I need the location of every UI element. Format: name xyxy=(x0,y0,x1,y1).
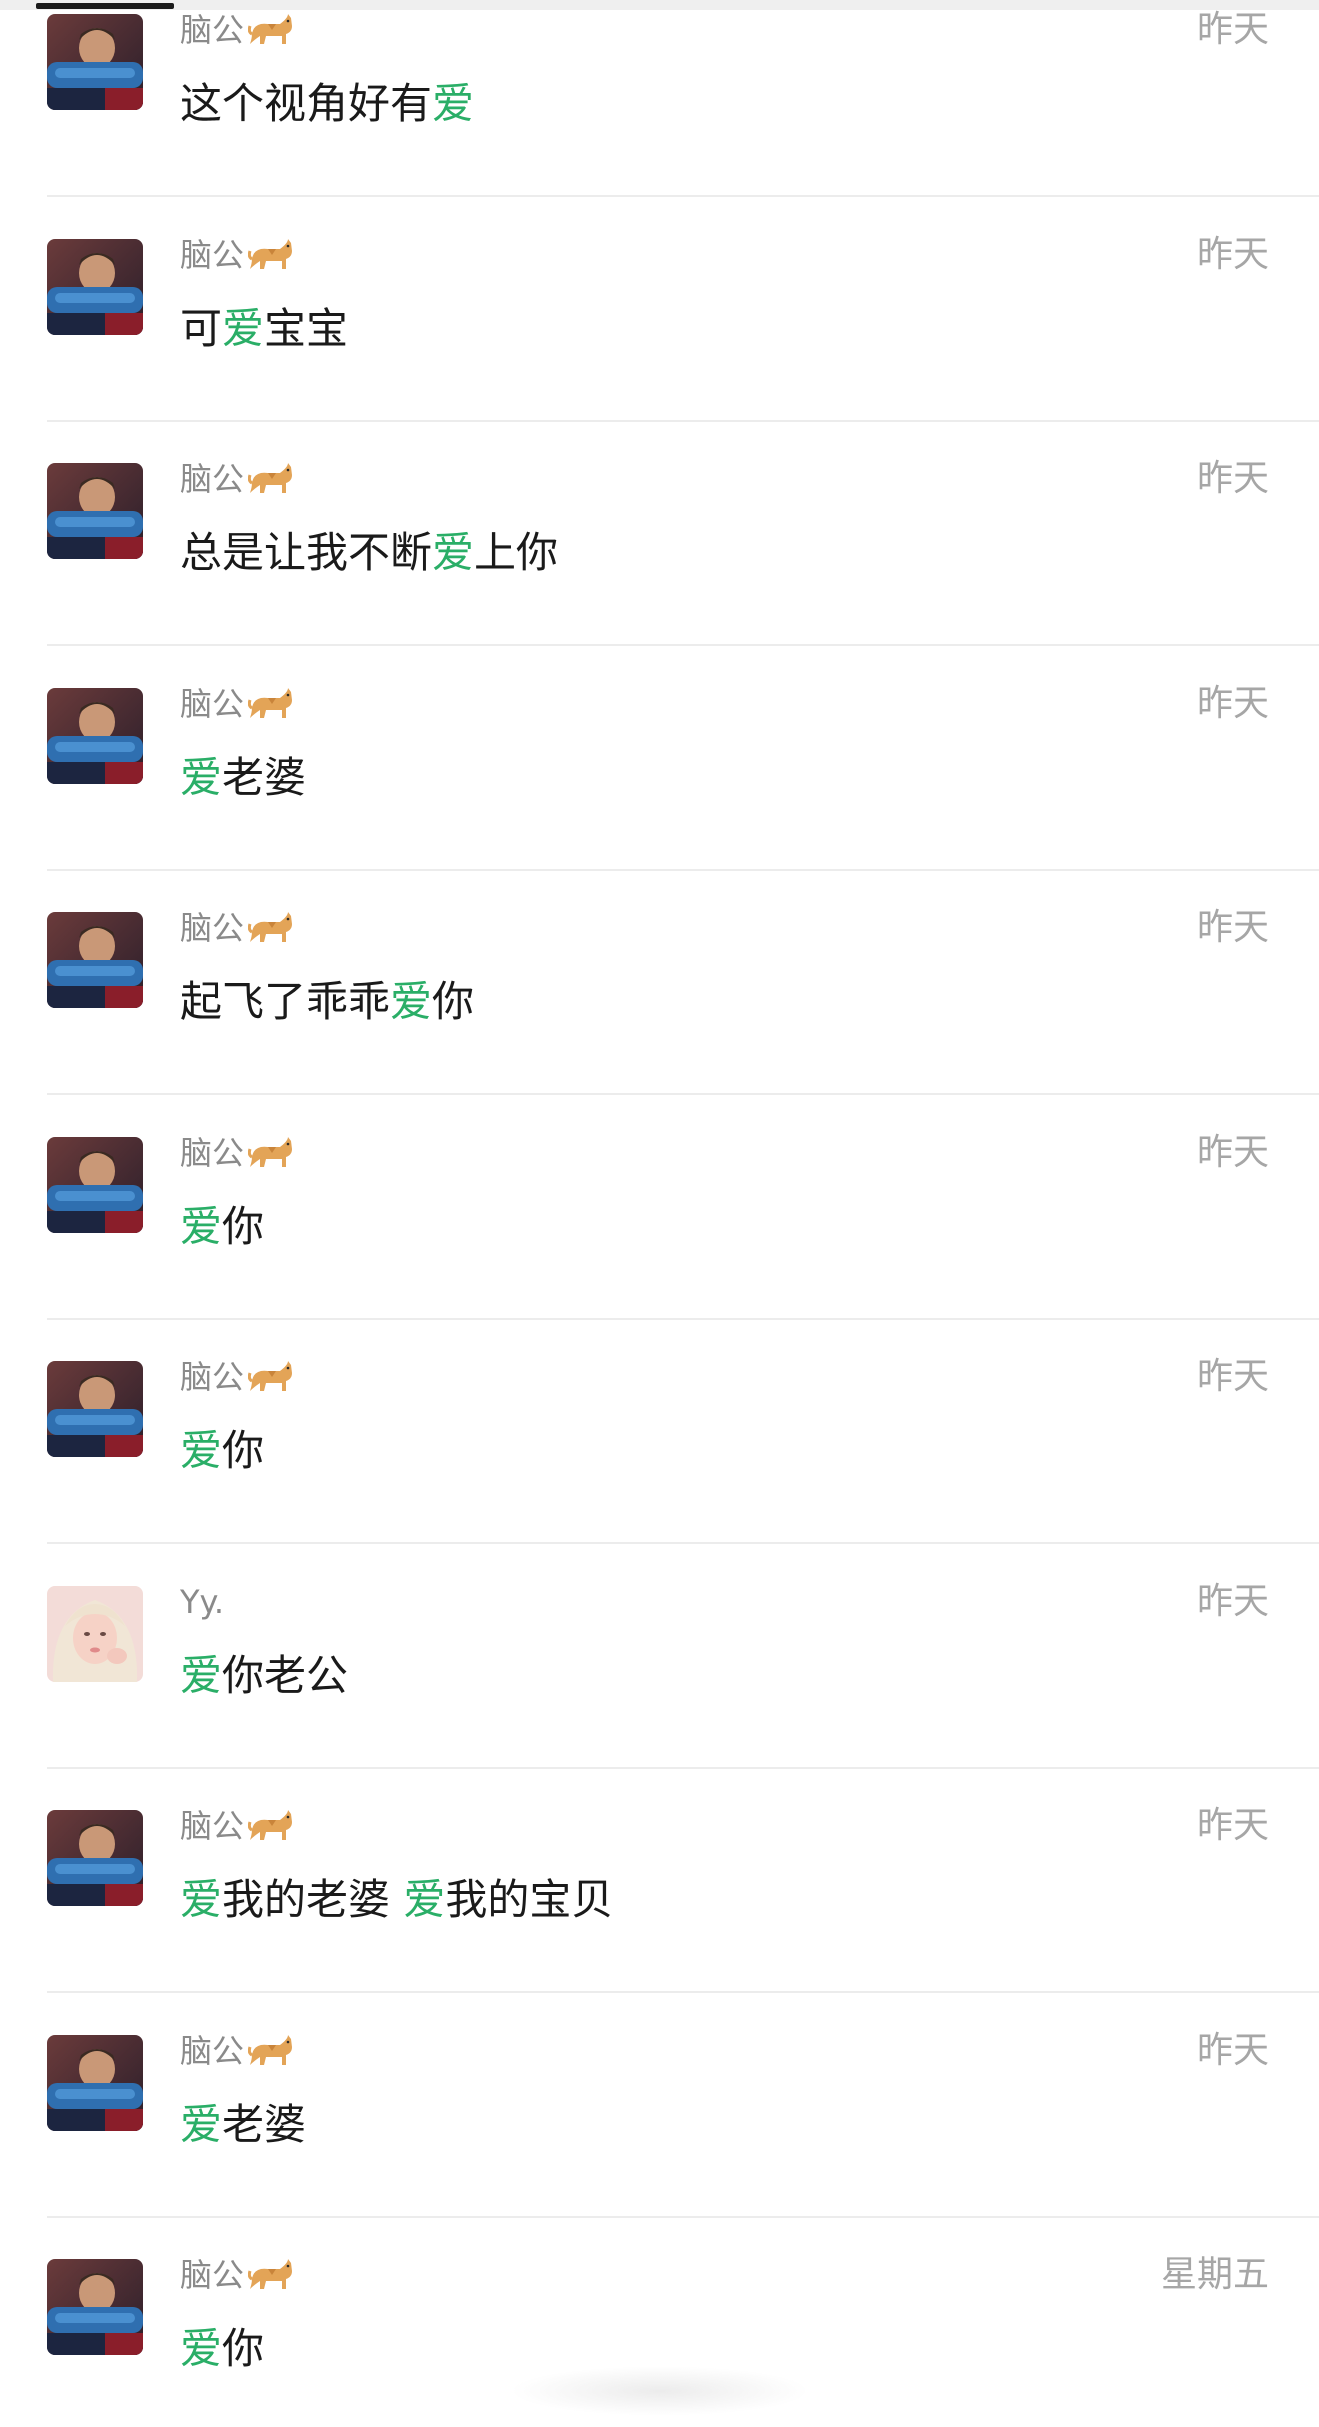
user-name[interactable]: 脑公 xyxy=(180,2027,244,2075)
cat-icon xyxy=(247,2031,294,2071)
user-name[interactable]: 脑公 xyxy=(180,2251,244,2299)
timestamp: 昨天 xyxy=(1196,907,1269,948)
highlighted-keyword: 爱 xyxy=(180,2099,223,2149)
timestamp: 昨天 xyxy=(1196,1805,1269,1846)
divider xyxy=(47,419,1319,422)
name-row: 脑公 xyxy=(180,2027,294,2075)
timestamp: 昨天 xyxy=(1196,458,1269,499)
avatar-naogong[interactable] xyxy=(47,1810,143,1906)
text-segment: 上你 xyxy=(474,528,559,577)
divider xyxy=(47,868,1319,871)
comment-text: 爱我的老婆 爱我的宝贝 xyxy=(180,1870,613,1930)
name-row: 脑公 xyxy=(180,455,294,503)
avatar-naogong[interactable] xyxy=(47,2259,143,2355)
comment-text: 爱你 xyxy=(180,1197,264,1257)
user-name[interactable]: 脑公 xyxy=(180,231,244,279)
highlighted-keyword: 爱 xyxy=(180,752,223,802)
text-segment: 老婆 xyxy=(222,2099,307,2149)
user-name[interactable]: 脑公 xyxy=(180,1353,244,1401)
highlighted-keyword: 爱 xyxy=(180,2324,223,2373)
text-segment: 老婆 xyxy=(222,752,307,802)
highlighted-keyword: 爱 xyxy=(180,1875,223,1924)
avatar-naogong[interactable] xyxy=(47,463,143,559)
highlighted-keyword: 爱 xyxy=(180,1650,223,1700)
avatar-naogong[interactable] xyxy=(47,1361,143,1457)
scroll-hint xyxy=(510,2366,810,2416)
user-name[interactable]: 脑公 xyxy=(180,455,244,503)
avatar-naogong[interactable] xyxy=(47,2034,143,2131)
name-row: 脑公 xyxy=(180,1802,294,1850)
highlighted-keyword: 爱 xyxy=(432,528,475,577)
comment-text: 爱你 xyxy=(180,1421,264,1481)
name-row: 脑公 xyxy=(180,1353,294,1401)
text-segment: 宝宝 xyxy=(264,303,349,353)
highlighted-keyword: 爱 xyxy=(390,977,433,1026)
timestamp: 昨天 xyxy=(1196,1356,1269,1397)
user-name[interactable]: Yy. xyxy=(180,1578,224,1626)
divider xyxy=(47,1317,1319,1320)
name-row: 脑公 xyxy=(180,231,294,279)
timestamp: 星期五 xyxy=(1160,2254,1269,2295)
comment-text: 爱老婆 xyxy=(180,2095,306,2155)
timestamp: 昨天 xyxy=(1196,682,1269,724)
user-name[interactable]: 脑公 xyxy=(180,1129,244,1177)
text-segment: 你 xyxy=(222,2324,265,2373)
comment-text: 爱老婆 xyxy=(180,748,306,808)
highlighted-keyword: 爱 xyxy=(180,1201,223,1251)
highlighted-keyword: 爱 xyxy=(222,303,265,353)
cat-icon xyxy=(247,235,294,275)
comment-text: 可爱宝宝 xyxy=(180,299,348,359)
cat-icon xyxy=(247,1806,294,1846)
divider xyxy=(47,2215,1319,2218)
user-name[interactable]: 脑公 xyxy=(180,1802,244,1850)
avatar-naogong[interactable] xyxy=(47,1136,143,1233)
timestamp: 昨天 xyxy=(1196,1580,1269,1622)
name-row: Yy. xyxy=(180,1578,224,1626)
highlighted-keyword: 爱 xyxy=(180,1426,223,1475)
comment-text: 总是让我不断爱上你 xyxy=(180,523,558,583)
text-segment: 你 xyxy=(432,977,475,1026)
divider xyxy=(47,644,1319,646)
divider xyxy=(47,1093,1319,1095)
text-segment: 总是让我不断 xyxy=(180,528,433,577)
text-segment: 我的老婆 xyxy=(222,1875,404,1924)
cat-icon xyxy=(247,2255,294,2295)
cat-icon xyxy=(247,1357,294,1397)
text-segment: 可 xyxy=(180,303,223,353)
user-name[interactable]: 脑公 xyxy=(180,680,244,728)
cat-icon xyxy=(247,684,294,724)
divider xyxy=(47,1542,1319,1544)
timestamp: 昨天 xyxy=(1196,2029,1269,2071)
comment-item[interactable]: 脑公 星期五 爱你 xyxy=(0,0,1319,2373)
avatar-naogong[interactable] xyxy=(47,238,143,335)
avatar-naogong[interactable] xyxy=(47,912,143,1008)
text-segment: 你老公 xyxy=(222,1650,349,1700)
divider xyxy=(47,1766,1319,1769)
text-segment: 你 xyxy=(222,1426,265,1475)
comment-text: 爱你老公 xyxy=(180,1646,348,1706)
cat-icon xyxy=(247,1133,294,1173)
highlighted-keyword: 爱 xyxy=(403,1875,446,1924)
comment-text: 起飞了乖乖爱你 xyxy=(180,972,474,1032)
avatar-naogong[interactable] xyxy=(47,687,143,784)
text-segment: 你 xyxy=(222,1201,265,1251)
user-name[interactable]: 脑公 xyxy=(180,904,244,952)
timestamp: 昨天 xyxy=(1196,233,1269,275)
divider xyxy=(47,1991,1319,1993)
timestamp: 昨天 xyxy=(1196,1131,1269,1173)
name-row: 脑公 xyxy=(180,904,294,952)
cat-icon xyxy=(247,459,294,499)
name-row: 脑公 xyxy=(180,1129,294,1177)
text-segment: 我的宝贝 xyxy=(445,1875,614,1924)
comment-text: 爱你 xyxy=(180,2319,264,2379)
cat-icon xyxy=(247,908,294,948)
avatar-yy[interactable] xyxy=(47,1585,143,1682)
name-row: 脑公 xyxy=(180,2251,294,2299)
text-segment: 起飞了乖乖 xyxy=(180,977,391,1026)
name-row: 脑公 xyxy=(180,680,294,728)
